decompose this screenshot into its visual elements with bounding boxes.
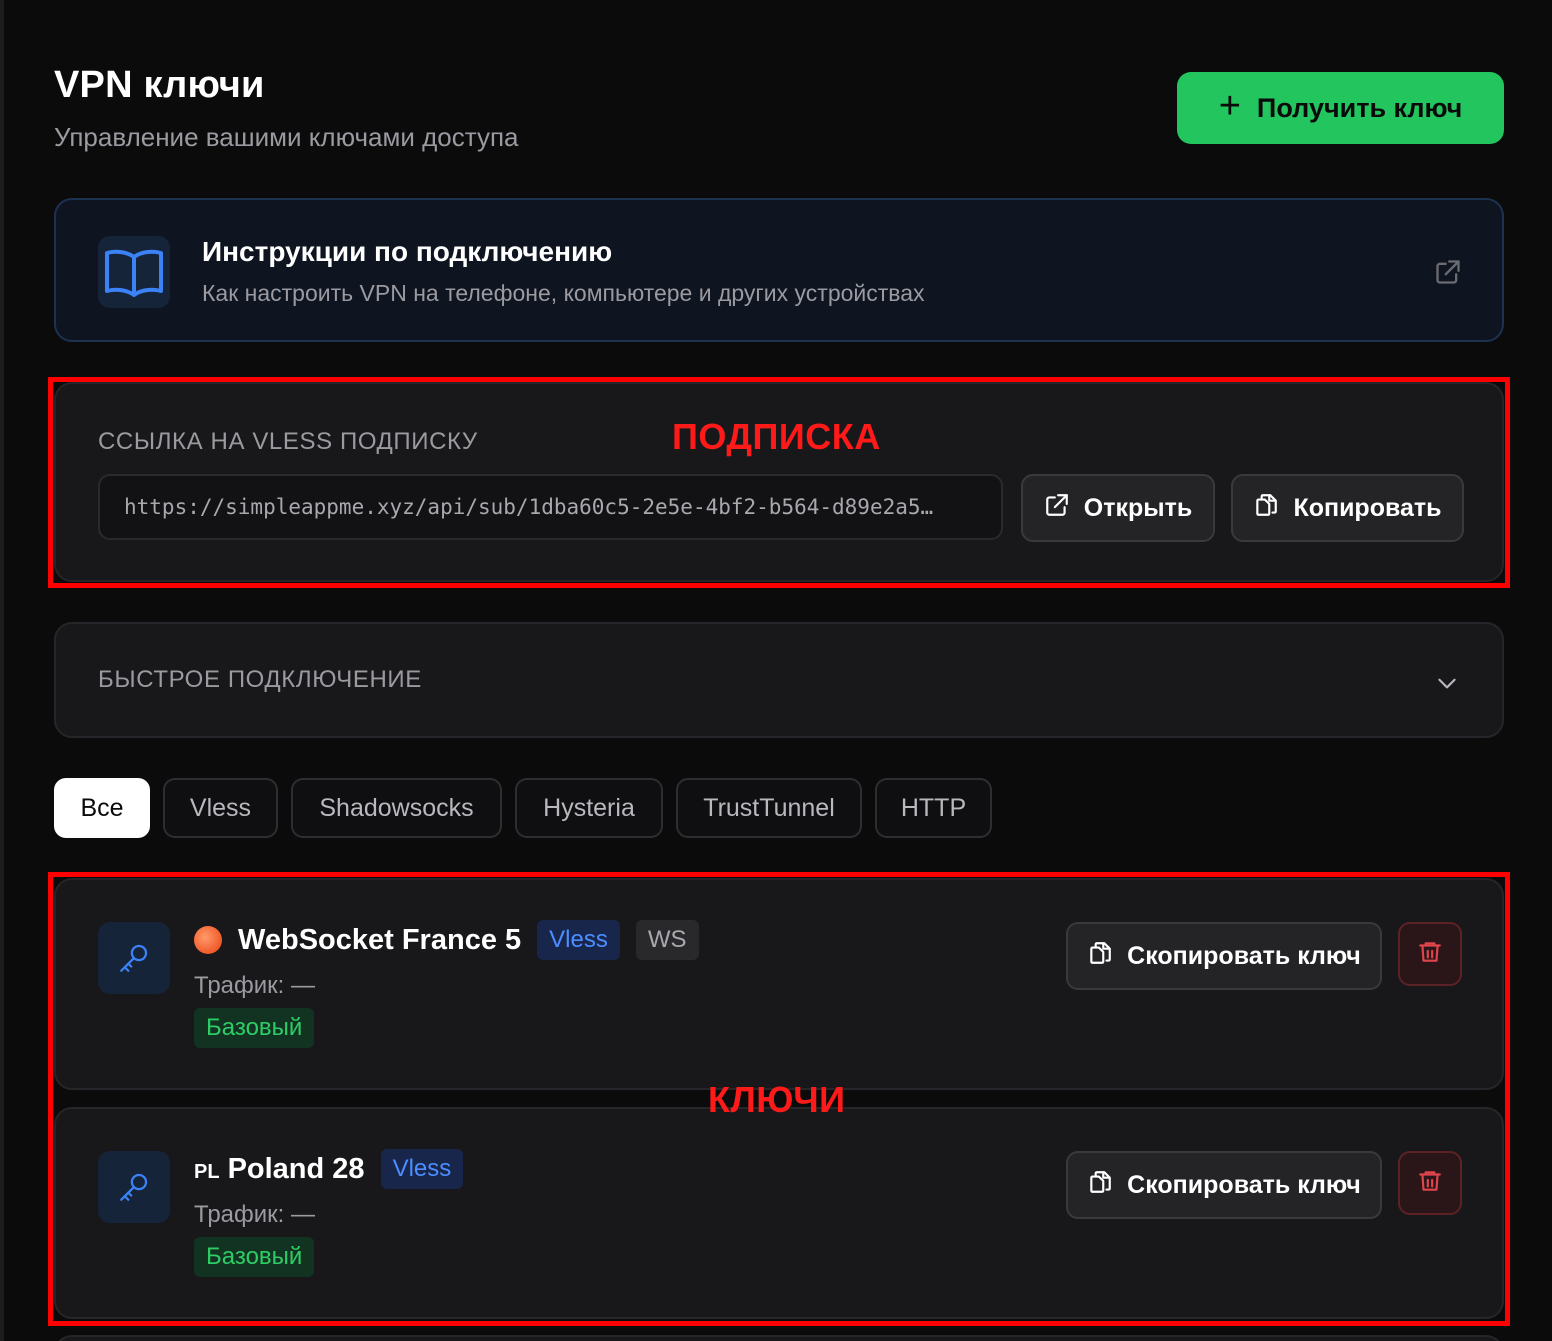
quick-connect-label: БЫСТРОЕ ПОДКЛЮЧЕНИЕ	[98, 666, 422, 693]
protocol-filter-tabs: Все Vless Shadowsocks Hysteria TrustTunn…	[54, 778, 992, 838]
get-key-label: Получить ключ	[1256, 92, 1463, 123]
get-key-button[interactable]: + Получить ключ	[1177, 72, 1504, 144]
key-card-partial	[54, 1335, 1504, 1341]
instructions-card[interactable]: Инструкции по подключению Как настроить …	[54, 198, 1504, 342]
filter-vless[interactable]: Vless	[163, 778, 278, 838]
external-link-icon	[1434, 258, 1462, 291]
chevron-down-icon	[1434, 670, 1460, 701]
keys-annotation-label: КЛЮЧИ	[708, 1079, 846, 1120]
instructions-title: Инструкции по подключению	[202, 236, 613, 267]
page-subtitle: Управление вашими ключами доступа	[54, 122, 519, 152]
subscription-annotation-box	[48, 377, 1510, 588]
page-title: VPN ключи	[54, 64, 265, 106]
filter-trusttunnel[interactable]: TrustTunnel	[676, 778, 862, 838]
filter-http[interactable]: HTTP	[875, 778, 992, 838]
window-edge	[0, 0, 4, 1341]
filter-shadowsocks[interactable]: Shadowsocks	[291, 778, 502, 838]
subscription-annotation-label: ПОДПИСКА	[672, 416, 881, 457]
filter-all[interactable]: Все	[54, 778, 150, 838]
instructions-description: Как настроить VPN на телефоне, компьютер…	[202, 280, 925, 306]
quick-connect-card[interactable]: БЫСТРОЕ ПОДКЛЮЧЕНИЕ	[54, 622, 1504, 738]
filter-hysteria[interactable]: Hysteria	[515, 778, 663, 838]
book-icon	[98, 236, 170, 308]
plus-icon: +	[1218, 85, 1241, 127]
